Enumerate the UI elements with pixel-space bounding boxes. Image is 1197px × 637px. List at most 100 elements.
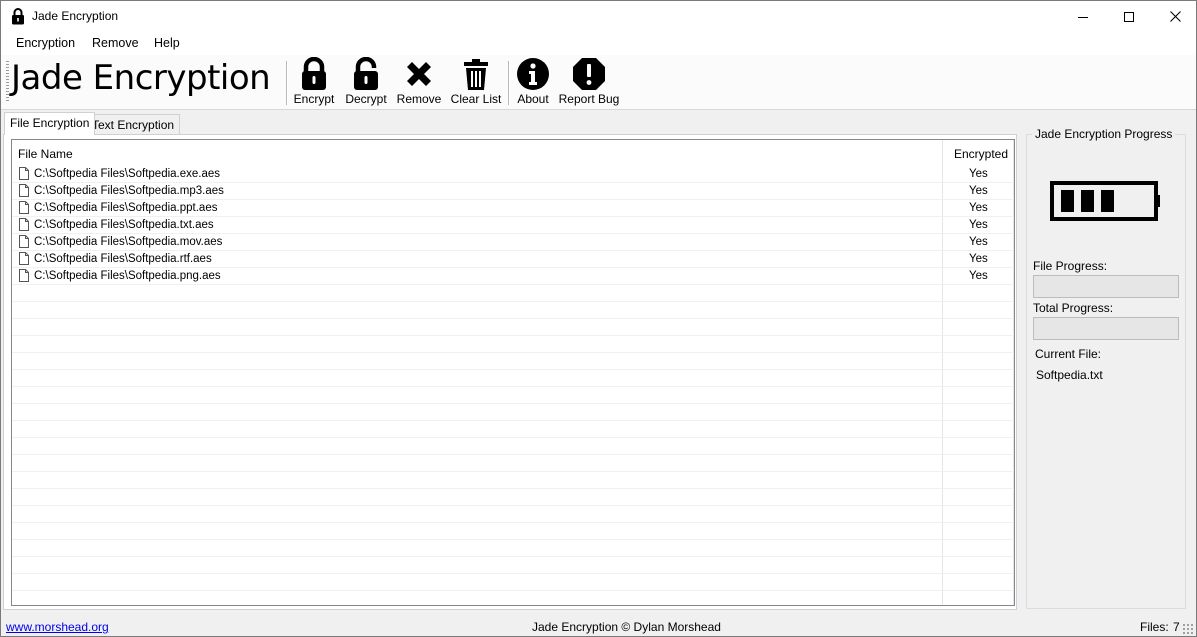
empty-row xyxy=(12,302,1014,319)
encrypted-cell: Yes xyxy=(969,185,988,197)
resize-grip[interactable] xyxy=(1182,623,1194,635)
clear-list-button[interactable]: Clear List xyxy=(450,57,502,109)
table-row[interactable]: C:\Softpedia Files\Softpedia.mov.aes Yes xyxy=(12,234,1014,251)
toolbar-separator xyxy=(286,61,287,105)
battery-icon xyxy=(1050,181,1160,221)
empty-row xyxy=(12,489,1014,506)
empty-row xyxy=(12,370,1014,387)
close-icon xyxy=(1169,11,1181,22)
empty-row xyxy=(12,455,1014,472)
encrypted-cell: Yes xyxy=(969,168,988,180)
status-bar: www.morshead.org Jade Encryption © Dylan… xyxy=(1,615,1196,636)
file-name-cell: C:\Softpedia Files\Softpedia.ppt.aes xyxy=(34,202,218,214)
progress-group-title: Jade Encryption Progress xyxy=(1032,127,1176,141)
file-name-cell: C:\Softpedia Files\Softpedia.png.aes xyxy=(34,270,221,282)
table-row[interactable]: C:\Softpedia Files\Softpedia.rtf.aes Yes xyxy=(12,251,1014,268)
encrypted-cell: Yes xyxy=(969,270,988,282)
tab-text-encryption[interactable]: Text Encryption xyxy=(86,114,181,135)
encrypt-button[interactable]: Encrypt xyxy=(293,57,335,109)
table-row[interactable]: C:\Softpedia Files\Softpedia.png.aes Yes xyxy=(12,268,1014,285)
file-icon xyxy=(19,167,29,180)
tab-file-encryption[interactable]: File Encryption xyxy=(4,112,96,135)
empty-row xyxy=(12,540,1014,557)
table-row[interactable]: C:\Softpedia Files\Softpedia.mp3.aes Yes xyxy=(12,183,1014,200)
file-icon xyxy=(19,252,29,265)
file-name-cell: C:\Softpedia Files\Softpedia.mov.aes xyxy=(34,236,223,248)
clear-list-label: Clear List xyxy=(450,92,502,106)
empty-row xyxy=(12,438,1014,455)
menu-remove[interactable]: Remove xyxy=(92,36,139,50)
info-icon xyxy=(517,58,549,90)
files-count: 7 xyxy=(1173,620,1180,634)
report-bug-label: Report Bug xyxy=(558,92,620,106)
encrypted-cell: Yes xyxy=(969,236,988,248)
remove-label: Remove xyxy=(396,92,442,106)
toolbar-grip[interactable] xyxy=(6,61,9,103)
encrypted-cell: Yes xyxy=(969,253,988,265)
empty-row xyxy=(12,574,1014,591)
empty-row xyxy=(12,285,1014,302)
total-progress-bar xyxy=(1033,317,1179,340)
table-row[interactable]: C:\Softpedia Files\Softpedia.exe.aes Yes xyxy=(12,166,1014,183)
app-window: Jade Encryption Encryption Remove Help J… xyxy=(0,0,1197,637)
file-icon xyxy=(19,235,29,248)
lock-icon xyxy=(302,57,326,90)
file-name-cell: C:\Softpedia Files\Softpedia.rtf.aes xyxy=(34,253,212,265)
copyright-text: Jade Encryption © Dylan Morshead xyxy=(532,620,721,634)
trash-icon xyxy=(464,59,488,90)
file-icon xyxy=(19,184,29,197)
tab-file-encryption-label: File Encryption xyxy=(10,116,90,130)
file-icon xyxy=(19,218,29,231)
menu-encryption[interactable]: Encryption xyxy=(16,36,75,50)
file-icon xyxy=(19,269,29,282)
about-button[interactable]: About xyxy=(514,57,552,109)
remove-x-icon xyxy=(407,62,431,86)
file-progress-label: File Progress: xyxy=(1033,259,1108,273)
menu-help[interactable]: Help xyxy=(154,36,180,50)
current-file-value: Softpedia.txt xyxy=(1036,368,1103,382)
unlock-icon xyxy=(354,57,378,90)
window-title: Jade Encryption xyxy=(32,9,119,23)
empty-row xyxy=(12,404,1014,421)
empty-row xyxy=(12,319,1014,336)
minimize-button[interactable] xyxy=(1060,1,1106,32)
report-bug-button[interactable]: Report Bug xyxy=(558,57,620,109)
minimize-icon xyxy=(1078,16,1088,18)
decrypt-label: Decrypt xyxy=(345,92,387,106)
empty-row xyxy=(12,591,1014,605)
title-bar: Jade Encryption xyxy=(1,1,1196,32)
empty-row xyxy=(12,523,1014,540)
file-icon xyxy=(19,201,29,214)
toolbar-separator xyxy=(508,61,509,105)
file-name-cell: C:\Softpedia Files\Softpedia.mp3.aes xyxy=(34,185,224,197)
remove-button[interactable]: Remove xyxy=(396,57,442,109)
empty-row xyxy=(12,472,1014,489)
bug-alert-icon xyxy=(573,58,605,90)
total-progress-label: Total Progress: xyxy=(1033,301,1114,315)
empty-row xyxy=(12,421,1014,438)
decrypt-button[interactable]: Decrypt xyxy=(344,57,388,109)
encrypted-cell: Yes xyxy=(969,219,988,231)
table-row[interactable]: C:\Softpedia Files\Softpedia.ppt.aes Yes xyxy=(12,200,1014,217)
website-link[interactable]: www.morshead.org xyxy=(6,620,109,634)
files-count-label: Files: xyxy=(1140,620,1169,634)
file-name-cell: C:\Softpedia Files\Softpedia.exe.aes xyxy=(34,168,221,180)
encrypted-cell: Yes xyxy=(969,202,988,214)
table-row[interactable]: C:\Softpedia Files\Softpedia.txt.aes Yes xyxy=(12,217,1014,234)
tab-text-encryption-label: Text Encryption xyxy=(92,118,175,132)
column-header-file-name[interactable]: File Name xyxy=(18,147,73,161)
lock-icon xyxy=(12,8,24,25)
file-name-cell: C:\Softpedia Files\Softpedia.txt.aes xyxy=(34,219,214,231)
empty-row xyxy=(12,557,1014,574)
empty-row xyxy=(12,387,1014,404)
close-button[interactable] xyxy=(1152,1,1196,32)
empty-row xyxy=(12,353,1014,370)
current-file-label: Current File: xyxy=(1035,347,1102,361)
maximize-button[interactable] xyxy=(1106,1,1152,32)
empty-row xyxy=(12,506,1014,523)
brand-title: Jade Encryption xyxy=(11,58,271,98)
column-header-encrypted[interactable]: Encrypted xyxy=(954,147,1008,161)
file-list[interactable]: File Name Encrypted C:\Softpedia Files\S… xyxy=(11,139,1015,606)
encrypt-label: Encrypt xyxy=(293,92,335,106)
file-progress-bar xyxy=(1033,275,1179,298)
